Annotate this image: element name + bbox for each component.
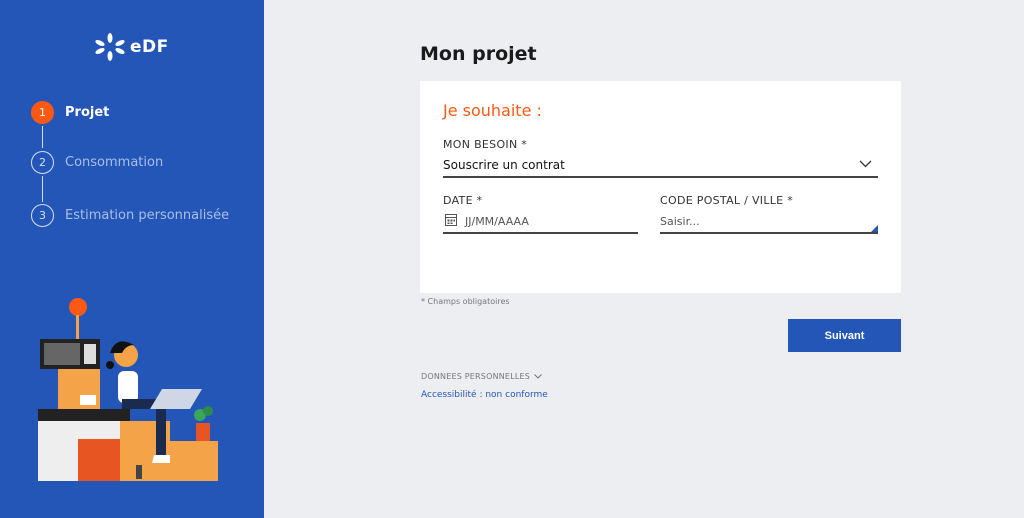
card-title: Je souhaite : xyxy=(443,101,542,120)
step-number: 3 xyxy=(31,204,54,227)
step-number: 2 xyxy=(31,151,54,174)
date-underline xyxy=(443,232,638,234)
next-button[interactable]: Suivant xyxy=(788,319,901,352)
calendar-icon xyxy=(445,214,457,226)
moving-illustration xyxy=(38,298,218,481)
postal-label: CODE POSTAL / VILLE * xyxy=(660,194,794,207)
project-form-card: Je souhaite : MON BESOIN * Souscrire un … xyxy=(420,81,901,293)
date-placeholder: JJ/MM/AAAA xyxy=(465,215,529,228)
step-label: Projet xyxy=(65,105,110,120)
edf-logo-icon xyxy=(95,33,125,61)
step-projet: 1 Projet xyxy=(31,101,109,124)
step-consommation: 2 Consommation xyxy=(31,151,163,174)
donnees-personnelles-label: DONNEES PERSONNELLES xyxy=(421,372,531,381)
postal-underline xyxy=(660,232,878,234)
besoin-label: MON BESOIN * xyxy=(443,138,528,151)
step-estimation: 3 Estimation personnalisée xyxy=(31,204,229,227)
date-label: DATE * xyxy=(443,194,483,207)
required-fields-note: * Champs obligatoires xyxy=(421,297,510,306)
step-connector xyxy=(42,126,43,148)
step-label: Estimation personnalisée xyxy=(65,208,230,223)
step-connector xyxy=(42,176,43,202)
step-number: 1 xyxy=(31,101,54,124)
chevron-down-icon xyxy=(859,160,872,168)
postal-input[interactable]: Saisir... xyxy=(660,211,878,233)
step-label: Consommation xyxy=(65,155,164,170)
date-input[interactable]: JJ/MM/AAAA xyxy=(443,211,638,233)
accessibility-link[interactable]: Accessibilité : non conforme xyxy=(421,390,548,400)
page-title: Mon projet xyxy=(420,43,537,65)
edf-logo-text: eDF xyxy=(130,37,169,57)
donnees-personnelles-toggle[interactable]: DONNEES PERSONNELLES xyxy=(421,372,542,381)
edf-logo[interactable]: eDF xyxy=(94,33,169,61)
besoin-select[interactable]: Souscrire un contrat xyxy=(443,155,878,177)
chevron-down-icon xyxy=(534,374,542,379)
besoin-underline xyxy=(443,176,878,178)
postal-placeholder: Saisir... xyxy=(660,215,700,228)
corner-indicator-icon xyxy=(871,225,878,232)
besoin-value: Souscrire un contrat xyxy=(443,158,565,172)
sidebar: eDF 1 Projet 2 Consommation 3 Estimation… xyxy=(0,0,264,518)
